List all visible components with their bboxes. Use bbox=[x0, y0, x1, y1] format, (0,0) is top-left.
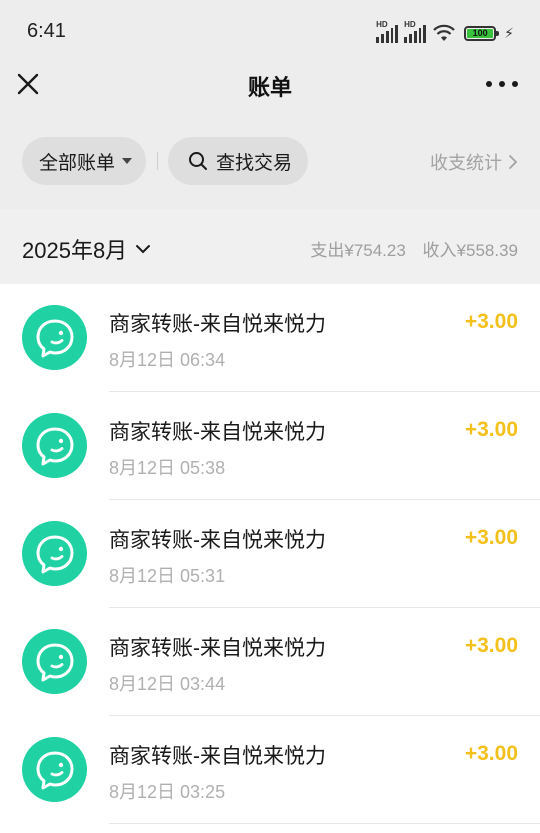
stats-label: 收支统计 bbox=[430, 153, 502, 173]
month-label: 2025年8月 bbox=[22, 238, 128, 263]
chat-smile-icon bbox=[22, 737, 87, 802]
status-icons: HD HD 100 ⚡ bbox=[376, 20, 514, 44]
status-bar: 6:41 HD HD 100 ⚡ bbox=[0, 0, 540, 60]
transaction-row[interactable]: 商家转账-来自悦来悦力 8月12日 03:44 +3.00 bbox=[0, 608, 540, 716]
filter-divider bbox=[157, 152, 158, 170]
caret-down-icon bbox=[122, 158, 133, 164]
status-time: 6:41 bbox=[27, 20, 66, 42]
transaction-title: 商家转账-来自悦来悦力 bbox=[109, 745, 326, 768]
transaction-time: 8月12日 03:25 bbox=[109, 782, 226, 802]
transaction-title: 商家转账-来自悦来悦力 bbox=[109, 637, 326, 660]
all-bills-label: 全部账单 bbox=[39, 152, 116, 174]
income-total: 收入¥558.39 bbox=[422, 241, 518, 260]
chevron-right-icon bbox=[509, 155, 518, 169]
search-label: 查找交易 bbox=[216, 152, 293, 174]
charging-icon: ⚡ bbox=[504, 24, 514, 41]
month-summary: 2025年8月 支出¥754.23 收入¥558.39 bbox=[0, 209, 540, 284]
income-expense-stats-link[interactable]: 收支统计 bbox=[430, 149, 518, 175]
battery-level: 100 bbox=[467, 28, 494, 38]
transaction-amount: +3.00 bbox=[464, 310, 518, 333]
transaction-list: 商家转账-来自悦来悦力 8月12日 06:34 +3.00 商家转账-来自悦来悦… bbox=[0, 284, 540, 824]
transaction-amount: +3.00 bbox=[464, 526, 518, 549]
chat-smile-icon bbox=[22, 413, 87, 478]
battery-icon: 100 bbox=[464, 25, 500, 41]
month-selector[interactable]: 2025年8月 bbox=[22, 233, 151, 265]
transaction-title: 商家转账-来自悦来悦力 bbox=[109, 529, 326, 552]
transaction-row[interactable]: 商家转账-来自悦来悦力 8月12日 05:38 +3.00 bbox=[0, 392, 540, 500]
nav-bar: 账单 bbox=[0, 60, 540, 110]
chat-smile-icon bbox=[22, 305, 87, 370]
transaction-row[interactable]: 商家转账-来自悦来悦力 8月12日 03:25 +3.00 bbox=[0, 716, 540, 824]
row-divider bbox=[109, 823, 540, 824]
signal-hd-badge: HD bbox=[376, 20, 388, 29]
more-icon[interactable] bbox=[486, 70, 518, 98]
transaction-time: 8月12日 03:44 bbox=[109, 674, 226, 694]
transaction-amount: +3.00 bbox=[464, 418, 518, 441]
chat-smile-icon bbox=[22, 521, 87, 586]
signal-hd-badge: HD bbox=[404, 20, 416, 29]
transaction-row[interactable]: 商家转账-来自悦来悦力 8月12日 05:31 +3.00 bbox=[0, 500, 540, 608]
search-icon bbox=[189, 152, 207, 170]
transaction-amount: +3.00 bbox=[464, 634, 518, 657]
filter-row: 全部账单 查找交易 收支统计 bbox=[0, 137, 540, 187]
transaction-title: 商家转账-来自悦来悦力 bbox=[109, 313, 326, 336]
wifi-icon bbox=[433, 24, 455, 41]
chat-smile-icon bbox=[22, 629, 87, 694]
signal-icon: HD bbox=[404, 20, 427, 43]
expense-total: 支出¥754.23 bbox=[310, 241, 406, 260]
month-totals: 支出¥754.23 收入¥558.39 bbox=[310, 236, 518, 261]
chevron-down-icon bbox=[136, 245, 151, 254]
transaction-time: 8月12日 05:31 bbox=[109, 566, 226, 586]
all-bills-filter-button[interactable]: 全部账单 bbox=[22, 137, 146, 185]
search-transactions-button[interactable]: 查找交易 bbox=[168, 137, 308, 185]
transaction-amount: +3.00 bbox=[464, 742, 518, 765]
transaction-title: 商家转账-来自悦来悦力 bbox=[109, 421, 326, 444]
signal-icon: HD bbox=[376, 20, 399, 43]
page-title: 账单 bbox=[247, 75, 292, 100]
transaction-time: 8月12日 06:34 bbox=[109, 350, 226, 370]
transaction-time: 8月12日 05:38 bbox=[109, 458, 226, 478]
transaction-row[interactable]: 商家转账-来自悦来悦力 8月12日 06:34 +3.00 bbox=[0, 284, 540, 392]
